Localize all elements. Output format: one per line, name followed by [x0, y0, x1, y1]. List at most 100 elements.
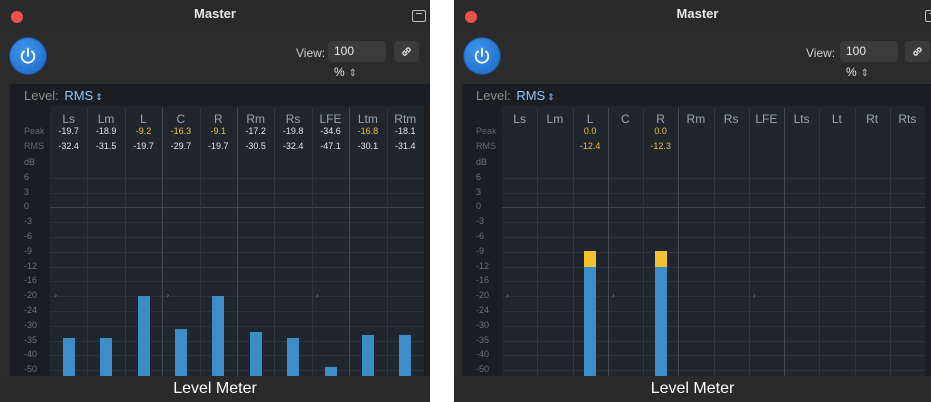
scale-label--3: -3	[476, 216, 485, 227]
threshold-marker-icon: ›	[506, 290, 509, 301]
scale-label--9: -9	[24, 245, 33, 256]
scale-label--50: -50	[24, 364, 38, 375]
peak-value: -18.1	[395, 126, 416, 136]
channel-label-lt: Lt	[831, 112, 842, 126]
threshold-marker-icon: ›	[54, 290, 57, 301]
power-button[interactable]	[10, 38, 46, 74]
peak-value: 0.0	[654, 126, 667, 136]
scale-label-6: 6	[476, 171, 482, 182]
meter-bar	[100, 337, 113, 376]
scale-label--12: -12	[476, 260, 490, 271]
level-meter-window-1: Master View: 100 % ⇕ Level: RMS ⇕ Peak RMS d…	[0, 0, 430, 402]
meter-bar	[174, 328, 187, 376]
link-button[interactable]	[394, 41, 419, 62]
link-button[interactable]	[905, 41, 930, 62]
peak-value: -16.3	[170, 126, 192, 136]
channel-divider	[784, 108, 785, 376]
channel-divider	[713, 108, 715, 376]
chevron-updown-icon: ⇕	[860, 68, 870, 79]
chevron-updown-icon: ⇕	[95, 92, 103, 102]
channel-label-rs: Rs	[285, 112, 301, 126]
channel-label-r: R	[213, 112, 223, 126]
rms-value: -32.4	[282, 141, 304, 151]
channel-label-rm: Rm	[686, 112, 706, 126]
power-icon	[20, 47, 36, 64]
power-icon	[474, 47, 490, 64]
title-bar: Master	[0, 0, 430, 34]
threshold-marker-icon: ›	[315, 290, 319, 301]
scale-label--16: -16	[24, 275, 38, 286]
channel-label-lts: Lts	[793, 112, 810, 126]
rms-value: -31.5	[95, 141, 117, 151]
channel-label-rt: Rt	[866, 112, 879, 126]
peak-value: -17.2	[245, 126, 266, 136]
channel-divider	[748, 108, 750, 376]
level-selector[interactable]: Level: RMS ⇕	[24, 88, 103, 103]
chevron-updown-icon: ⇕	[348, 68, 358, 79]
channel-divider	[819, 108, 821, 376]
channel-label-l: L	[586, 112, 594, 126]
scale-label--24: -24	[476, 305, 490, 315]
float-window-icon[interactable]	[925, 10, 931, 22]
channel-label-lfe: LFE	[319, 112, 342, 126]
scale-label--12: -12	[24, 260, 38, 271]
peak-value: -19.7	[58, 126, 79, 136]
peak-value: -18.9	[95, 126, 117, 136]
window-title: Master	[194, 6, 236, 21]
channel-label-rtm: Rtm	[394, 112, 417, 126]
level-mode-value: RMS	[516, 88, 546, 103]
scale-label--35: -35	[24, 334, 38, 345]
level-label: Level:	[476, 88, 511, 103]
title-bar: Master	[454, 0, 931, 34]
channel-divider	[854, 108, 856, 376]
level-mode-value: RMS	[64, 88, 94, 103]
scale-label--24: -24	[24, 305, 38, 315]
threshold-marker-icon: ›	[611, 290, 615, 301]
power-button[interactable]	[464, 38, 500, 74]
peak-row-label: Peak	[24, 126, 45, 136]
peak-row-label: Peak	[476, 126, 497, 136]
scale-label-0: 0	[476, 201, 482, 212]
peak-value: -19.8	[282, 126, 304, 136]
channel-label-ls: Ls	[513, 112, 526, 126]
rms-value: -31.4	[395, 141, 416, 151]
peak-value: 0.0	[583, 126, 597, 136]
channel-divider	[889, 108, 891, 376]
float-window-icon[interactable]	[412, 10, 426, 22]
rms-value: -19.7	[133, 141, 154, 151]
peak-value: -9.2	[135, 126, 152, 136]
scale-label--6: -6	[24, 231, 33, 241]
plugin-name-footer: Level Meter	[454, 376, 931, 402]
channel-label-lm: Lm	[546, 112, 564, 126]
chevron-updown-icon: ⇕	[547, 92, 555, 102]
threshold-marker-icon: ›	[752, 290, 756, 301]
rms-row-label: RMS	[24, 141, 44, 151]
channel-label-lfe: LFE	[755, 112, 778, 126]
scale-label-0: 0	[24, 201, 30, 212]
scale-label--6: -6	[476, 231, 485, 241]
meter-bar	[137, 296, 150, 376]
zoom-select[interactable]: 100 % ⇕	[328, 41, 386, 79]
scale-label--50: -50	[476, 364, 490, 375]
scale-label--35: -35	[476, 334, 490, 345]
channel-label-l: L	[140, 112, 147, 126]
zoom-select[interactable]: 100 % ⇕	[840, 41, 898, 79]
scale-label--3: -3	[24, 216, 33, 227]
view-label: View:	[296, 46, 326, 60]
scale-label-3: 3	[476, 186, 482, 197]
peak-value: -9.1	[210, 126, 227, 136]
level-selector[interactable]: Level: RMS ⇕	[476, 88, 555, 103]
scale-label--40: -40	[476, 349, 490, 360]
meter-bar	[212, 296, 225, 376]
scale-label-dB: dB	[24, 157, 36, 167]
channel-label-rm: Rm	[246, 112, 266, 126]
view-label: View:	[806, 46, 836, 60]
rms-row-label: RMS	[476, 141, 496, 151]
meter-bar	[654, 266, 667, 376]
channel-label-rts: Rts	[898, 112, 917, 126]
scale-label-dB: dB	[476, 157, 488, 167]
scale-label--30: -30	[476, 319, 490, 330]
scale-label-3: 3	[24, 186, 30, 197]
channel-label-lm: Lm	[97, 112, 115, 126]
peak-value: -34.6	[320, 126, 341, 136]
